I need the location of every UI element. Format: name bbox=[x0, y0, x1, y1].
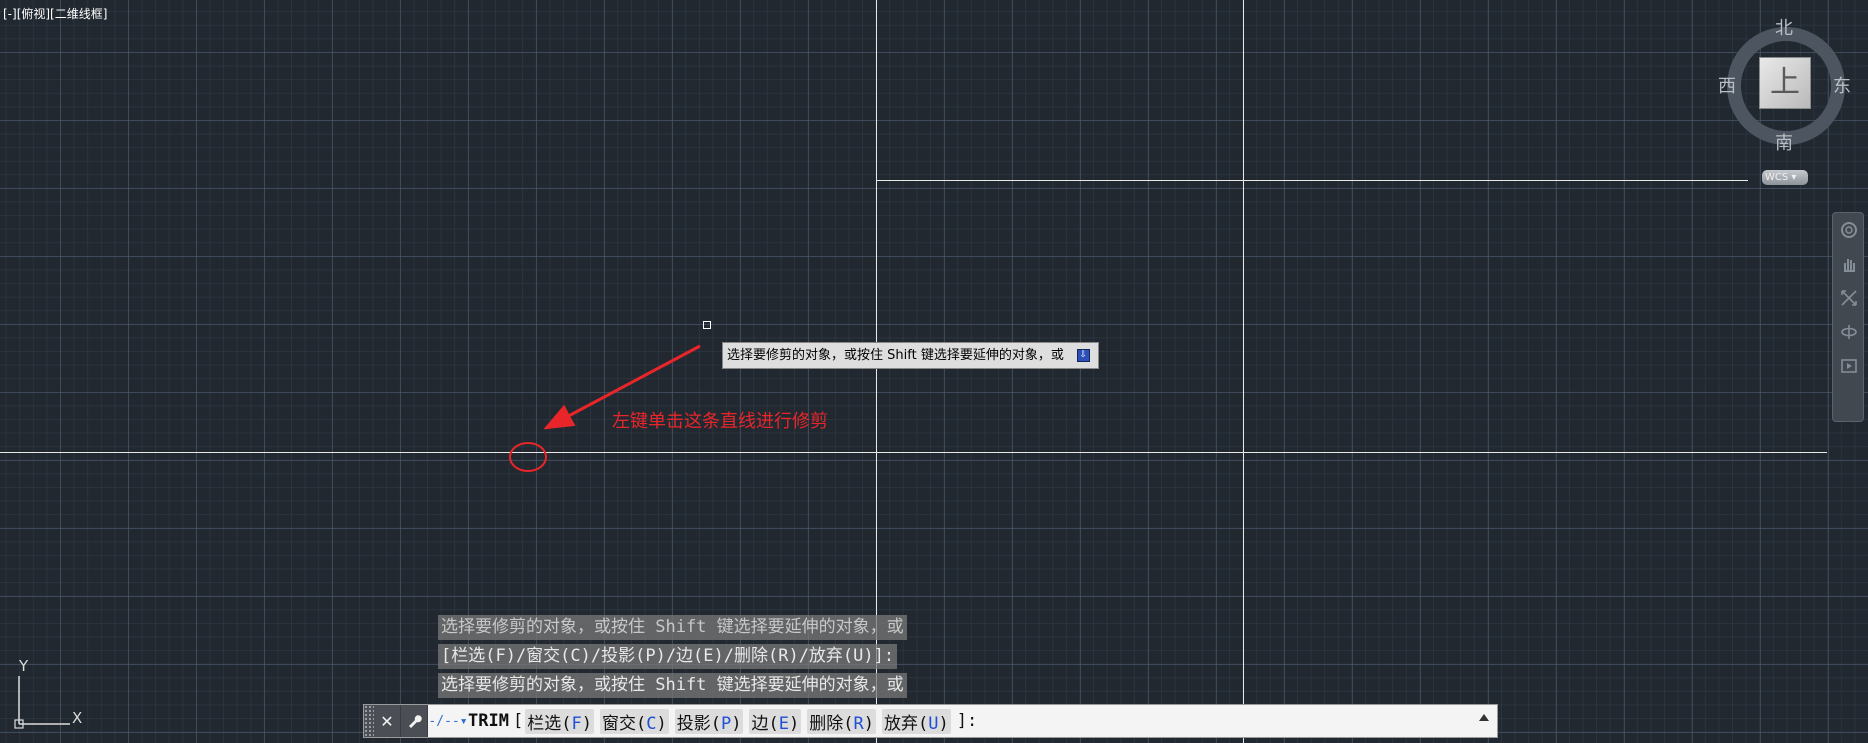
pan-hand-icon[interactable] bbox=[1833, 247, 1865, 281]
history-line: [栏选(F)/窗交(C)/投影(P)/边(E)/删除(R)/放弃(U)]: bbox=[438, 644, 898, 669]
annotation-circle bbox=[509, 442, 547, 472]
down-arrow-icon[interactable]: ⇩ bbox=[1076, 349, 1090, 362]
option-end: ) bbox=[863, 713, 874, 734]
compass-east[interactable]: 东 bbox=[1833, 72, 1851, 98]
command-history: 选择要修剪的对象，或按住 Shift 键选择要延伸的对象，或 [栏选(F)/窗交… bbox=[438, 615, 907, 702]
option-crossing[interactable]: 窗交(C) bbox=[599, 708, 669, 734]
dynamic-input-tooltip: 选择要修剪的对象，或按住 Shift 键选择要延伸的对象，或 ⇩ bbox=[722, 342, 1099, 369]
option-label: 放弃( bbox=[883, 713, 929, 734]
close-icon[interactable]: ✕ bbox=[374, 705, 401, 737]
orbit-icon[interactable] bbox=[1833, 315, 1865, 349]
steering-wheel-icon[interactable] bbox=[1833, 213, 1865, 247]
option-erase[interactable]: 删除(R) bbox=[807, 708, 876, 734]
option-undo[interactable]: 放弃(U) bbox=[881, 708, 951, 734]
viewcube-top-face[interactable]: 上 bbox=[1759, 57, 1811, 109]
option-label: 投影( bbox=[676, 713, 721, 734]
history-line: 选择要修剪的对象，或按住 Shift 键选择要延伸的对象，或 bbox=[438, 615, 907, 640]
option-label: 窗交( bbox=[601, 713, 647, 734]
option-label: 边( bbox=[751, 713, 779, 734]
option-key: E bbox=[778, 713, 789, 734]
annotation-text: 左键单击这条直线进行修剪 bbox=[612, 411, 828, 432]
option-end: ) bbox=[656, 713, 667, 734]
command-input[interactable]: TRIM [ 栏选(F) 窗交(C) 投影(P) 边(E) 删除(R) 放弃(U… bbox=[468, 708, 978, 734]
history-dropdown-icon[interactable] bbox=[1479, 714, 1489, 721]
wrench-icon[interactable] bbox=[401, 705, 428, 737]
wcs-label: WCS bbox=[1765, 172, 1789, 183]
command-open-bracket: [ bbox=[512, 711, 524, 731]
option-end: ) bbox=[788, 713, 800, 734]
ucs-y-label: Y bbox=[19, 657, 29, 675]
history-line: 选择要修剪的对象，或按住 Shift 键选择要延伸的对象，或 bbox=[438, 673, 907, 698]
compass-north[interactable]: 北 bbox=[1775, 14, 1793, 40]
ucs-x-label: X bbox=[72, 709, 82, 727]
wcs-menu[interactable]: WCS ▾ bbox=[1762, 170, 1808, 185]
showmotion-icon[interactable] bbox=[1833, 349, 1865, 383]
option-fence[interactable]: 栏选(F) bbox=[525, 708, 594, 734]
option-end: ) bbox=[581, 713, 592, 734]
cursor-pickbox bbox=[703, 321, 711, 329]
command-close: ]: bbox=[956, 711, 978, 731]
option-key: P bbox=[720, 713, 732, 734]
option-edge[interactable]: 边(E) bbox=[749, 708, 802, 734]
option-label: 删除( bbox=[809, 713, 854, 734]
option-project[interactable]: 投影(P) bbox=[674, 708, 744, 734]
annotation-overlay bbox=[509, 344, 701, 472]
option-key: C bbox=[646, 713, 657, 734]
zoom-extents-icon[interactable] bbox=[1833, 281, 1865, 315]
command-name: TRIM bbox=[468, 711, 509, 731]
compass-south[interactable]: 南 bbox=[1775, 129, 1793, 155]
compass-west[interactable]: 西 bbox=[1718, 72, 1736, 98]
option-key: R bbox=[853, 713, 864, 734]
navigation-bar bbox=[1832, 212, 1864, 422]
drag-handle[interactable] bbox=[364, 705, 374, 737]
option-end: ) bbox=[938, 713, 949, 734]
command-line[interactable]: ✕ -/--▾ TRIM [ 栏选(F) 窗交(C) 投影(P) 边(E) 删除… bbox=[363, 704, 1498, 738]
ucs-icon: X bbox=[14, 676, 82, 729]
option-label: 栏选( bbox=[527, 713, 572, 734]
option-end: ) bbox=[731, 713, 742, 734]
tooltip-text: 选择要修剪的对象，或按住 Shift 键选择要延伸的对象，或 bbox=[727, 348, 1064, 363]
command-prompt-icon[interactable]: -/--▾ bbox=[428, 714, 468, 729]
option-key: U bbox=[928, 713, 939, 734]
option-key: F bbox=[571, 713, 582, 734]
